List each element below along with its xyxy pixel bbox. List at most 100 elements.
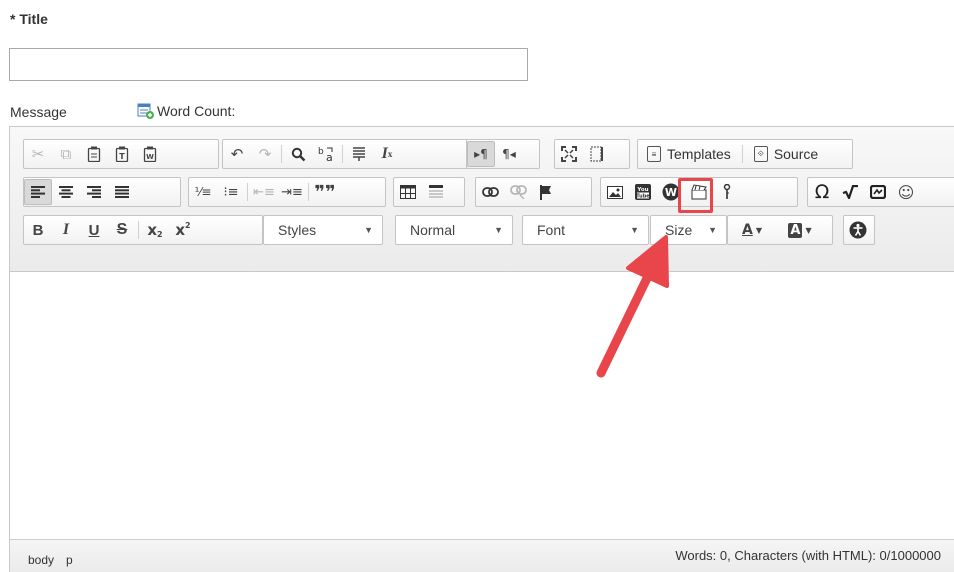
rtl-icon[interactable]: ¶◂: [495, 141, 523, 167]
align-group: [23, 177, 181, 207]
chevron-down-icon: ▼: [494, 225, 503, 235]
separator: [741, 145, 743, 163]
font-label: Font: [537, 222, 566, 238]
blockquote-icon[interactable]: ❞❞: [311, 179, 339, 205]
accessibility-group: [843, 215, 875, 245]
replace-icon[interactable]: ba: [312, 141, 340, 167]
path-item-p[interactable]: p: [66, 553, 73, 567]
strikethrough-button[interactable]: S: [108, 217, 136, 243]
path-item-body[interactable]: body: [28, 553, 54, 567]
chevron-down-icon: ▼: [708, 225, 717, 235]
link-icon[interactable]: [476, 179, 504, 205]
editor-content-area[interactable]: [10, 273, 954, 539]
text-color-button[interactable]: A ▼: [728, 217, 776, 243]
maximize-icon[interactable]: [555, 141, 583, 167]
separator: [138, 221, 139, 239]
superscript-button[interactable]: x2: [169, 217, 197, 243]
bulleted-list-icon[interactable]: ⁝≡: [217, 179, 245, 205]
image-icon[interactable]: [601, 179, 629, 205]
svg-text:T: T: [119, 152, 125, 161]
bg-color-label: A: [788, 222, 803, 238]
remove-format-icon[interactable]: Ix: [373, 141, 401, 167]
math-icon[interactable]: [836, 179, 864, 205]
size-label: Size: [665, 222, 693, 238]
basic-style-group: B I U S x2 x2: [23, 215, 263, 245]
source-button[interactable]: ⟐ Source: [745, 141, 827, 167]
table-group: [393, 177, 465, 207]
embed-icon[interactable]: [864, 179, 892, 205]
subscript-button[interactable]: x2: [141, 217, 169, 243]
separator: [247, 183, 248, 201]
separator: [281, 145, 282, 163]
direction-group: ▸¶ ¶◂: [466, 139, 540, 169]
links-group: [475, 177, 592, 207]
bg-color-button[interactable]: A ▼: [776, 217, 824, 243]
separator: [342, 145, 343, 163]
title-input[interactable]: [9, 48, 528, 81]
svg-text:W: W: [665, 186, 677, 199]
chevron-down-icon: ▼: [805, 225, 812, 235]
paste-word-icon[interactable]: W: [136, 141, 164, 167]
underline-button[interactable]: U: [80, 217, 108, 243]
find-icon[interactable]: [284, 141, 312, 167]
horizontal-rule-icon[interactable]: [422, 179, 450, 205]
colors-group: A ▼ A ▼: [727, 215, 833, 245]
svg-text:a: a: [326, 151, 333, 162]
word-count-label: Word Count:: [157, 103, 236, 119]
history-find-group: ↶ ↷ ba Ix: [222, 139, 469, 169]
subscript-label: x: [147, 221, 158, 239]
source-icon: ⟐: [753, 146, 768, 162]
clipboard-group: ✂ ⧉ T W: [23, 139, 219, 169]
text-color-label: A: [742, 222, 753, 238]
source-label: Source: [773, 146, 819, 162]
message-label: Message: [10, 104, 67, 120]
templates-icon: ≡: [647, 146, 661, 162]
youtube-icon[interactable]: You Tube: [629, 179, 657, 205]
anchor-icon[interactable]: [532, 179, 560, 205]
table-icon[interactable]: [394, 179, 422, 205]
insert-group: Ω ☺: [807, 177, 954, 207]
align-right-icon[interactable]: [80, 179, 108, 205]
template-source-group: ≡ Templates ⟐ Source: [637, 139, 853, 169]
numbered-list-icon[interactable]: ⅟≡: [189, 179, 217, 205]
select-all-icon[interactable]: [345, 141, 373, 167]
size-dropdown[interactable]: Size ▼: [650, 215, 727, 245]
templates-label: Templates: [667, 146, 731, 162]
format-dropdown[interactable]: Normal ▼: [395, 215, 513, 245]
chevron-down-icon: ▼: [364, 225, 373, 235]
cut-icon[interactable]: ✂: [24, 141, 52, 167]
word-count-icon: [137, 103, 154, 119]
separator: [308, 183, 309, 201]
indent-icon[interactable]: ⇥≡: [278, 179, 306, 205]
svg-text:You: You: [636, 187, 648, 193]
align-center-icon[interactable]: [52, 179, 80, 205]
editor-toolbar: ✂ ⧉ T W ↶ ↷ ba I x ▸¶ ¶◂ ≡ Templates ⟐ S…: [10, 127, 954, 272]
redo-icon[interactable]: ↷: [251, 141, 279, 167]
accessibility-pin-icon[interactable]: [713, 179, 741, 205]
format-label: Normal: [410, 222, 456, 238]
copy-icon[interactable]: ⧉: [52, 141, 80, 167]
paste-icon[interactable]: [80, 141, 108, 167]
svg-text:W: W: [146, 153, 154, 161]
paste-text-icon[interactable]: T: [108, 141, 136, 167]
emoji-icon[interactable]: ☺: [892, 179, 920, 205]
lists-group: ⅟≡ ⁝≡ ⇤≡ ⇥≡ ❞❞: [188, 177, 386, 207]
accessibility-icon[interactable]: [844, 217, 872, 243]
outdent-icon[interactable]: ⇤≡: [250, 179, 278, 205]
templates-button[interactable]: ≡ Templates: [638, 141, 740, 167]
svg-text:Tube: Tube: [636, 194, 650, 200]
superscript-label: x: [175, 221, 186, 239]
justify-icon[interactable]: [108, 179, 136, 205]
bold-button[interactable]: B: [24, 217, 52, 243]
align-left-icon[interactable]: [24, 179, 52, 205]
ltr-icon[interactable]: ▸¶: [467, 141, 495, 167]
show-blocks-icon[interactable]: [583, 141, 611, 167]
font-dropdown[interactable]: Font ▼: [522, 215, 649, 245]
unlink-icon[interactable]: [504, 179, 532, 205]
undo-icon[interactable]: ↶: [223, 141, 251, 167]
styles-dropdown[interactable]: Styles ▼: [263, 215, 383, 245]
italic-button[interactable]: I: [52, 217, 80, 243]
element-path: body p: [28, 553, 73, 567]
chevron-down-icon: ▼: [630, 225, 639, 235]
special-char-icon[interactable]: Ω: [808, 179, 836, 205]
